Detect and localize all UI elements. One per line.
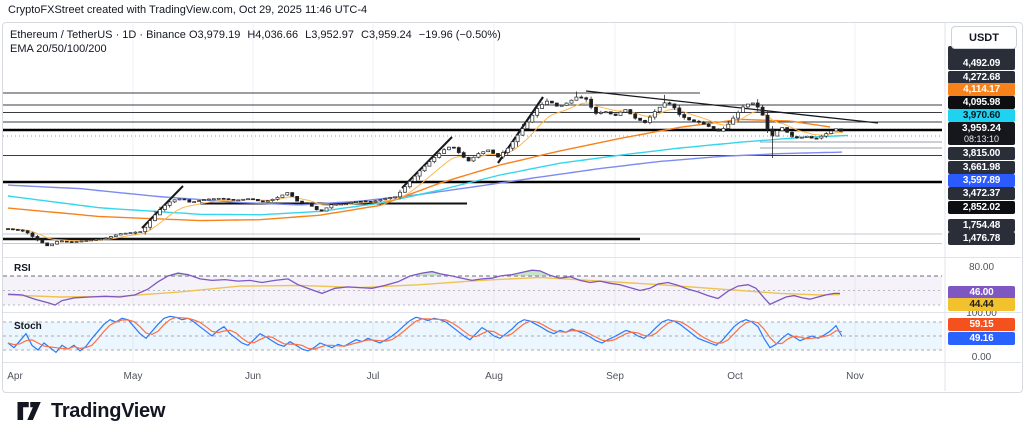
- price-scale-label: 3,970.60: [948, 109, 1015, 122]
- ohlc-low: L3,952.97: [305, 29, 354, 41]
- tradingview-logo-text: TradingView: [51, 400, 165, 423]
- time-axis-label-nov: Nov: [846, 371, 864, 382]
- price-scale-label: 1,754.48: [948, 219, 1015, 232]
- price-scale-label: 1,476.78: [948, 232, 1015, 245]
- rsi-scale-label: 44.44: [948, 298, 1015, 311]
- time-axis-label-aug: Aug: [485, 371, 503, 382]
- symbol-title-row[interactable]: Ethereum / TetherUS · 1D · Binance O3,97…: [10, 28, 508, 42]
- price-scale-label: 4,492.09: [948, 57, 1015, 70]
- price-scale-label: 4,095.98: [948, 96, 1015, 109]
- time-axis-label-may: May: [124, 371, 143, 382]
- stoch-scale-label: 49.16: [948, 332, 1015, 345]
- price-scale-label: 3,472.37: [948, 187, 1015, 200]
- currency-toggle-button[interactable]: USDT: [951, 26, 1017, 49]
- tradingview-logo[interactable]: TradingView: [16, 399, 165, 423]
- ohlc-close: C3,959.24: [361, 29, 412, 41]
- time-axis-label-jul: Jul: [367, 371, 380, 382]
- page: { "attribution": "CryptoFXStreet created…: [0, 0, 1024, 438]
- price-scale-label: 2,852.02: [948, 201, 1015, 214]
- symbol-legend: Ethereum / TetherUS · 1D · Binance O3,97…: [10, 28, 508, 56]
- rsi-pane-label: RSI: [14, 263, 31, 274]
- chart-canvas[interactable]: [2, 22, 1022, 392]
- rsi-scale-label: 46.00: [948, 286, 1015, 299]
- current-price-value: 3,959.24: [948, 123, 1015, 134]
- ohlc-open: O3,979.19: [189, 29, 240, 41]
- bar-countdown: 08:13:10: [948, 134, 1015, 144]
- time-axis-label-apr: Apr: [7, 371, 23, 382]
- time-axis-label-sep: Sep: [606, 371, 624, 382]
- stoch-scale-label: 59.15: [948, 318, 1015, 331]
- attribution-text: CryptoFXStreet created with TradingView.…: [8, 4, 367, 16]
- time-axis-label-jun: Jun: [245, 371, 261, 382]
- symbol-title: Ethereum / TetherUS · 1D · Binance: [10, 29, 186, 41]
- ema-legend[interactable]: EMA 20/50/100/200: [10, 42, 508, 56]
- tradingview-logo-icon: [16, 399, 43, 423]
- current-price-label: 3,959.24 08:13:10: [948, 122, 1015, 145]
- stoch-scale-label: 0.00: [948, 352, 1015, 364]
- ohlc-high: H4,036.66: [247, 29, 298, 41]
- price-scale-label: 3,661.98: [948, 161, 1015, 174]
- time-axis-label-oct: Oct: [727, 371, 743, 382]
- price-scale-label: 4,272.68: [948, 71, 1015, 84]
- price-scale-label: 4,114.17: [948, 83, 1015, 96]
- price-scale-label: 3,815.00: [948, 147, 1015, 160]
- price-scale-label: 3,597.89: [948, 174, 1015, 187]
- ohlc-change: −19.96 (−0.50%): [419, 29, 501, 41]
- rsi-scale-label: 80.00: [948, 262, 1015, 274]
- stoch-pane-label: Stoch: [14, 321, 42, 332]
